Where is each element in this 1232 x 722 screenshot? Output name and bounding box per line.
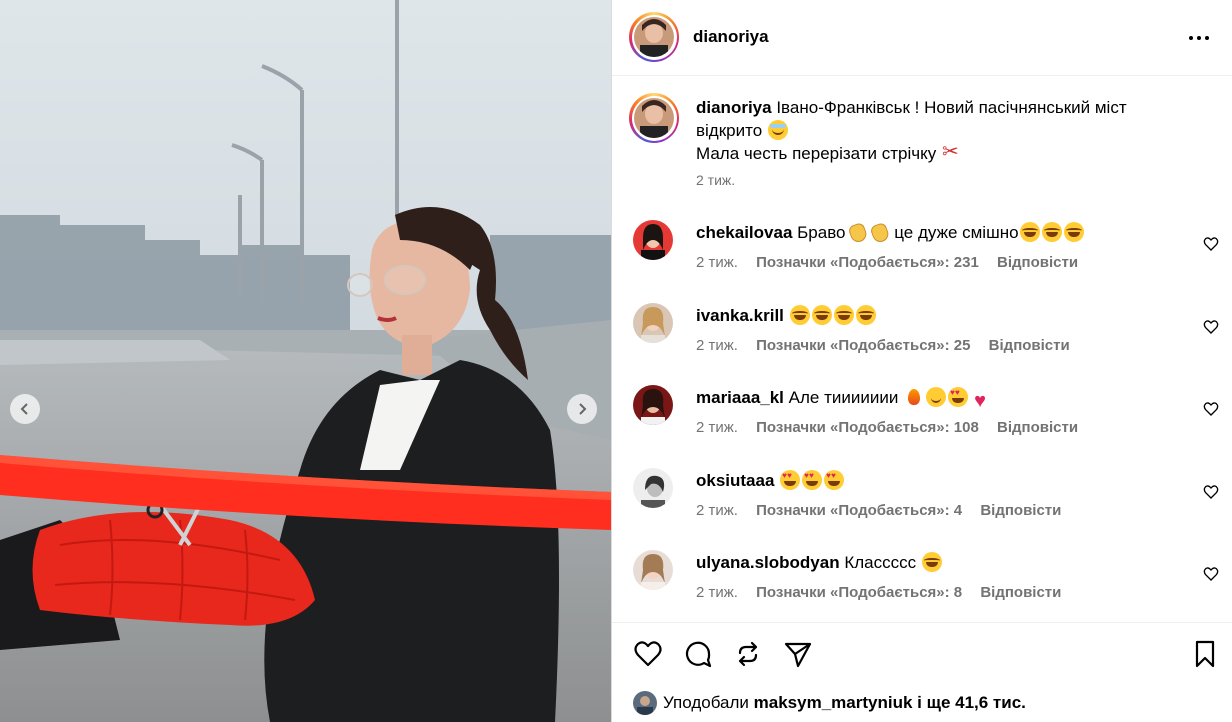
laughing-emoji-icon bbox=[1063, 222, 1084, 242]
laughing-emoji-icon bbox=[855, 305, 876, 325]
comment-item: ivanka.krill 2 тиж. Позначки «Подобаєтьс… bbox=[612, 303, 1232, 373]
laughing-emoji-icon bbox=[789, 305, 810, 325]
chevron-right-icon bbox=[579, 403, 587, 415]
heart-icon[interactable] bbox=[1203, 566, 1219, 582]
post-actions-bar: Уподобали maksym_martyniuk і ще 41,6 тис… bbox=[612, 622, 1232, 722]
smiling-emoji-icon bbox=[926, 387, 947, 407]
reply-button[interactable]: Відповісти bbox=[989, 337, 1070, 354]
caption-line-3: Мала честь перерізати стрічку bbox=[696, 144, 937, 163]
heart-icon[interactable] bbox=[633, 639, 663, 669]
comment-icon[interactable] bbox=[683, 639, 713, 669]
comment-item: mariaaa_kl Але тиииииии ♥ 2 тиж. Позначк… bbox=[612, 385, 1232, 455]
fire-emoji-icon bbox=[904, 387, 924, 407]
comment-username[interactable]: mariaaa_kl bbox=[696, 388, 784, 407]
heart-icon[interactable] bbox=[1203, 236, 1219, 252]
comment-time[interactable]: 2 тиж. bbox=[696, 254, 738, 271]
post-details-panel: dianoriya dianoriya Івано-Франківськ ! Н… bbox=[611, 0, 1232, 722]
reply-button[interactable]: Відповісти bbox=[980, 584, 1061, 601]
comment-time[interactable]: 2 тиж. bbox=[696, 502, 738, 519]
laughing-emoji-icon bbox=[811, 305, 832, 325]
reply-button[interactable]: Відповісти bbox=[997, 254, 1078, 271]
reply-button[interactable]: Відповісти bbox=[980, 502, 1061, 519]
commenter-avatar[interactable] bbox=[633, 220, 673, 260]
comment-text-continued: це дуже смішно bbox=[889, 223, 1019, 242]
heart-icon[interactable] bbox=[1203, 319, 1219, 335]
send-icon[interactable] bbox=[783, 639, 813, 669]
scissors-emoji-icon bbox=[942, 141, 962, 164]
commenter-avatar[interactable] bbox=[633, 550, 673, 590]
liked-by-prefix: Уподобали bbox=[663, 693, 749, 712]
laughing-emoji-icon bbox=[1019, 222, 1040, 242]
caption-username[interactable]: dianoriya bbox=[696, 98, 772, 117]
liker-avatar[interactable] bbox=[633, 691, 657, 715]
chevron-left-icon bbox=[20, 403, 28, 415]
heart-eyes-emoji-icon bbox=[948, 387, 969, 407]
previous-photo-button[interactable] bbox=[10, 394, 40, 424]
liked-by-username[interactable]: maksym_martyniuk bbox=[754, 693, 913, 713]
comment-likes-count[interactable]: Позначки «Подобається»: 8 bbox=[756, 584, 962, 601]
red-heart-emoji-icon: ♥ bbox=[974, 390, 987, 412]
heart-icon[interactable] bbox=[1203, 484, 1219, 500]
comment-likes-count[interactable]: Позначки «Подобається»: 25 bbox=[756, 337, 970, 354]
caption-line-1: Івано-Франківськ ! Новий пасічнянський м… bbox=[776, 98, 1127, 117]
comment-time[interactable]: 2 тиж. bbox=[696, 337, 738, 354]
laughing-emoji-icon bbox=[921, 552, 942, 572]
bookmark-icon[interactable] bbox=[1190, 639, 1220, 669]
comment-username[interactable]: oksiutaaa bbox=[696, 471, 774, 490]
caption-timestamp[interactable]: 2 тиж. bbox=[696, 172, 735, 188]
clapping-emoji-icon bbox=[869, 222, 889, 242]
comment-item: ulyana.slobodyan Классссс 2 тиж. Позначк… bbox=[612, 550, 1232, 620]
next-photo-button[interactable] bbox=[567, 394, 597, 424]
comment-item: chekailovaa Браво це дуже смішно 2 тиж. … bbox=[612, 220, 1232, 290]
heart-eyes-emoji-icon bbox=[780, 470, 801, 490]
hot-face-emoji-icon bbox=[767, 120, 788, 140]
clapping-emoji-icon bbox=[847, 222, 867, 242]
author-avatar[interactable] bbox=[629, 12, 679, 62]
commenter-avatar[interactable] bbox=[633, 385, 673, 425]
commenter-avatar[interactable] bbox=[633, 468, 673, 508]
post-header: dianoriya bbox=[612, 0, 1232, 76]
caption-text: dianoriya Івано-Франківськ ! Новий пасіч… bbox=[696, 96, 1176, 165]
caption-author-avatar[interactable] bbox=[629, 93, 679, 143]
comment-username[interactable]: ivanka.krill bbox=[696, 306, 784, 325]
comment-likes-count[interactable]: Позначки «Подобається»: 231 bbox=[756, 254, 979, 271]
comment-item: oksiutaaa 2 тиж. Позначки «Подобається»:… bbox=[612, 468, 1232, 538]
heart-eyes-emoji-icon bbox=[824, 470, 845, 490]
comment-text: Классссс bbox=[844, 553, 917, 572]
comment-time[interactable]: 2 тиж. bbox=[696, 419, 738, 436]
caption-line-2: відкрито bbox=[696, 121, 763, 140]
heart-eyes-emoji-icon bbox=[802, 470, 823, 490]
more-options-icon[interactable] bbox=[1184, 26, 1214, 50]
comment-username[interactable]: chekailovaa bbox=[696, 223, 792, 242]
reply-button[interactable]: Відповісти bbox=[997, 419, 1078, 436]
repost-icon[interactable] bbox=[733, 639, 763, 669]
liked-by-summary: Уподобали maksym_martyniuk і ще 41,6 тис… bbox=[633, 691, 1026, 715]
laughing-emoji-icon bbox=[833, 305, 854, 325]
author-username[interactable]: dianoriya bbox=[693, 27, 769, 47]
commenter-avatar[interactable] bbox=[633, 303, 673, 343]
post-photo bbox=[0, 0, 611, 722]
liked-by-others[interactable]: і ще 41,6 тис. bbox=[917, 693, 1026, 713]
comment-likes-count[interactable]: Позначки «Подобається»: 108 bbox=[756, 419, 979, 436]
comment-text: Але тиииииии bbox=[788, 388, 899, 407]
comment-time[interactable]: 2 тиж. bbox=[696, 584, 738, 601]
comment-likes-count[interactable]: Позначки «Подобається»: 4 bbox=[756, 502, 962, 519]
laughing-emoji-icon bbox=[1041, 222, 1062, 242]
heart-icon[interactable] bbox=[1203, 401, 1219, 417]
comment-text: Браво bbox=[797, 223, 846, 242]
comment-username[interactable]: ulyana.slobodyan bbox=[696, 553, 840, 572]
photo-illustration bbox=[0, 0, 611, 722]
